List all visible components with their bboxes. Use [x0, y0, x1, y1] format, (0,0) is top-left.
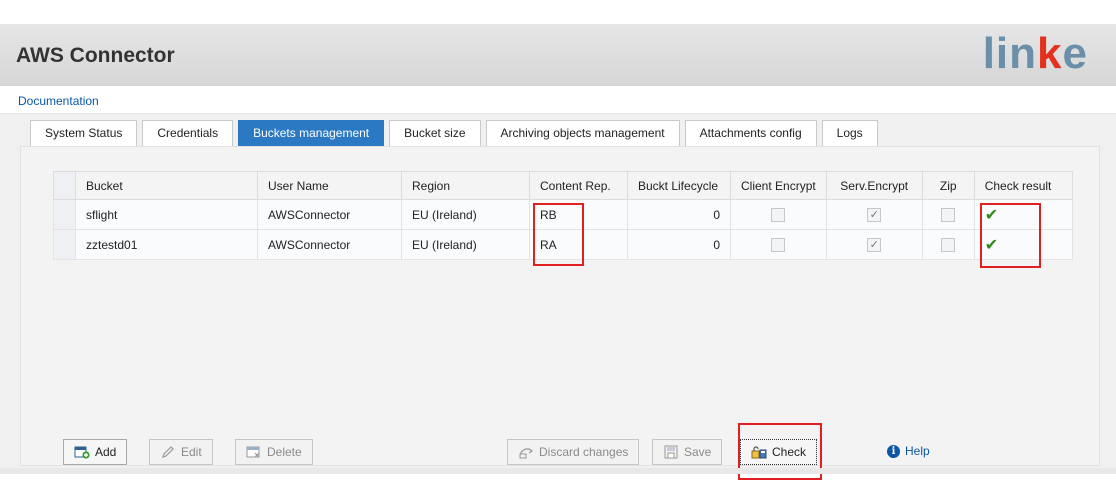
documentation-bar: Documentation — [0, 86, 1116, 114]
save-button[interactable]: Save — [652, 439, 723, 465]
check-ok-icon: ✔ — [984, 206, 999, 224]
documentation-link[interactable]: Documentation — [18, 94, 99, 108]
add-button-label: Add — [95, 445, 117, 459]
cell-bucket[interactable]: zztestd01 — [75, 229, 258, 260]
column-header-user-name[interactable]: User Name — [257, 171, 402, 200]
table-row[interactable]: zztestd01 AWSConnector EU (Ireland) RA 0… — [53, 229, 1073, 260]
row-selector[interactable] — [53, 229, 76, 260]
add-icon — [74, 446, 90, 459]
tab-system-status[interactable]: System Status — [30, 120, 138, 146]
cell-content-rep[interactable]: RA — [529, 229, 628, 260]
column-header-zip[interactable]: Zip — [921, 171, 975, 200]
pencil-icon — [162, 446, 174, 458]
table-row[interactable]: sflight AWSConnector EU (Ireland) RB 0 ✓… — [53, 199, 1073, 230]
client-encrypt-checkbox[interactable] — [771, 207, 786, 222]
cell-zip — [921, 229, 975, 260]
serv-encrypt-checkbox[interactable]: ✓ — [867, 237, 882, 252]
column-header-buckt-lifecycle[interactable]: Buckt Lifecycle — [627, 171, 731, 200]
client-encrypt-checkbox[interactable] — [771, 237, 786, 252]
column-header-bucket[interactable]: Bucket — [75, 171, 258, 200]
tab-area: System Status Credentials Buckets manage… — [0, 114, 1116, 480]
help-label: Help — [905, 444, 930, 458]
discard-changes-label: Discard changes — [539, 445, 629, 459]
cell-buckt-lifecycle[interactable]: 0 — [627, 199, 731, 230]
tab-logs[interactable]: Logs — [821, 120, 878, 146]
column-header-check-result[interactable]: Check result — [973, 171, 1073, 200]
app-title: AWS Connector — [16, 44, 175, 67]
cell-bucket[interactable]: sflight — [75, 199, 258, 230]
zip-checkbox[interactable] — [941, 237, 956, 252]
cell-check-result: ✔ — [973, 229, 1073, 260]
cell-region[interactable]: EU (Ireland) — [401, 199, 530, 230]
column-header-region[interactable]: Region — [401, 171, 530, 200]
cell-user-name[interactable]: AWSConnector — [257, 199, 402, 230]
tab-bucket-size[interactable]: Bucket size — [389, 120, 481, 146]
app-header: AWS Connector linke — [0, 24, 1116, 86]
tab-credentials[interactable]: Credentials — [142, 120, 234, 146]
cell-buckt-lifecycle[interactable]: 0 — [627, 229, 731, 260]
cell-serv-encrypt: ✓ — [825, 199, 923, 230]
check-button[interactable]: Check — [740, 439, 818, 465]
column-header-serv-encrypt[interactable]: Serv.Encrypt — [825, 171, 923, 200]
delete-icon — [246, 446, 260, 458]
cell-content-rep[interactable]: RB — [529, 199, 628, 230]
cell-serv-encrypt: ✓ — [825, 229, 923, 260]
select-all-cell[interactable] — [53, 171, 76, 200]
discard-changes-button[interactable]: Discard changes — [507, 439, 640, 465]
check-icon — [751, 446, 767, 459]
save-icon — [664, 445, 678, 459]
zip-checkbox[interactable] — [941, 207, 956, 222]
discard-icon — [519, 448, 534, 459]
add-button[interactable]: Add — [63, 439, 128, 465]
edit-button[interactable]: Edit — [149, 439, 213, 465]
tab-buckets-management[interactable]: Buckets management — [238, 120, 385, 146]
cell-check-result: ✔ — [973, 199, 1073, 230]
save-button-label: Save — [684, 445, 712, 459]
info-icon: i — [887, 444, 900, 458]
cell-region[interactable]: EU (Ireland) — [401, 229, 530, 260]
linke-logo: linke — [982, 29, 1088, 78]
bottom-border — [0, 468, 1116, 474]
column-header-client-encrypt[interactable]: Client Encrypt — [730, 171, 827, 200]
check-button-label: Check — [772, 445, 807, 459]
edit-button-label: Edit — [181, 445, 202, 459]
top-strip — [0, 0, 1116, 24]
cell-client-encrypt — [730, 199, 827, 230]
tab-attachments-config[interactable]: Attachments config — [684, 120, 817, 146]
tab-bar: System Status Credentials Buckets manage… — [30, 120, 883, 146]
table-header-row: Bucket User Name Region Content Rep. Buc… — [53, 171, 1073, 200]
cell-client-encrypt — [730, 229, 827, 260]
column-header-content-rep[interactable]: Content Rep. — [529, 171, 628, 200]
buckets-table: Bucket User Name Region Content Rep. Buc… — [53, 171, 1073, 260]
cell-zip — [921, 199, 975, 230]
delete-button[interactable]: Delete — [235, 439, 313, 465]
cell-user-name[interactable]: AWSConnector — [257, 229, 402, 260]
delete-button-label: Delete — [267, 445, 302, 459]
buckets-panel: Bucket User Name Region Content Rep. Buc… — [20, 146, 1100, 480]
row-selector[interactable] — [53, 199, 76, 230]
help-link[interactable]: i Help — [887, 444, 930, 458]
serv-encrypt-checkbox[interactable]: ✓ — [867, 207, 882, 222]
check-ok-icon: ✔ — [984, 236, 999, 254]
tab-archiving-objects-management[interactable]: Archiving objects management — [485, 120, 680, 146]
